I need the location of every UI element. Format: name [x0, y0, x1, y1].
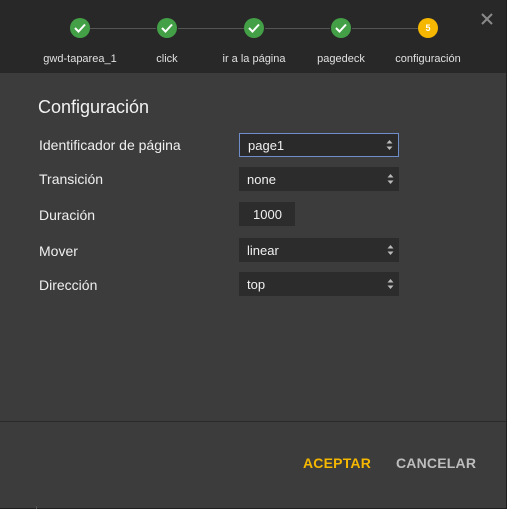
check-icon [70, 18, 90, 38]
spinner-arrows-icon [387, 174, 394, 184]
spinner-arrows-icon [387, 245, 394, 255]
cancel-button[interactable]: CANCELAR [396, 455, 476, 471]
check-icon [244, 18, 264, 38]
spinner-arrows-icon [387, 279, 394, 289]
dialog-title: Configuración [38, 97, 150, 117]
page-id-value: page1 [248, 137, 285, 153]
transition-label: Transición [39, 171, 104, 187]
configuration-dialog: gwd-taparea_1 click ir a la página paged… [0, 0, 507, 509]
spinner-arrows-icon [386, 140, 393, 150]
transition-select[interactable]: none [239, 167, 399, 191]
duration-input[interactable]: 1000 [239, 202, 295, 226]
close-icon[interactable] [480, 12, 494, 26]
accept-button[interactable]: ACEPTAR [303, 455, 371, 471]
step-configuration[interactable]: 5 configuración [373, 18, 483, 65]
page-id-select[interactable]: page1 [239, 133, 399, 157]
duration-label: Duración [39, 207, 96, 223]
duration-value: 1000 [253, 206, 282, 222]
check-icon [331, 18, 351, 38]
direction-value: top [247, 276, 266, 292]
stepper-header: gwd-taparea_1 click ir a la página paged… [0, 0, 506, 73]
page-id-label: Identificador de página [39, 137, 181, 153]
step-number-badge: 5 [418, 18, 438, 38]
step-label: configuración [395, 53, 461, 65]
direction-select[interactable]: top [239, 272, 399, 296]
easing-value: linear [247, 242, 279, 258]
easing-label: Mover [39, 243, 78, 259]
easing-select[interactable]: linear [239, 238, 399, 262]
check-icon [157, 18, 177, 38]
direction-label: Dirección [39, 277, 98, 293]
footer-divider [0, 421, 506, 422]
transition-value: none [247, 171, 276, 187]
